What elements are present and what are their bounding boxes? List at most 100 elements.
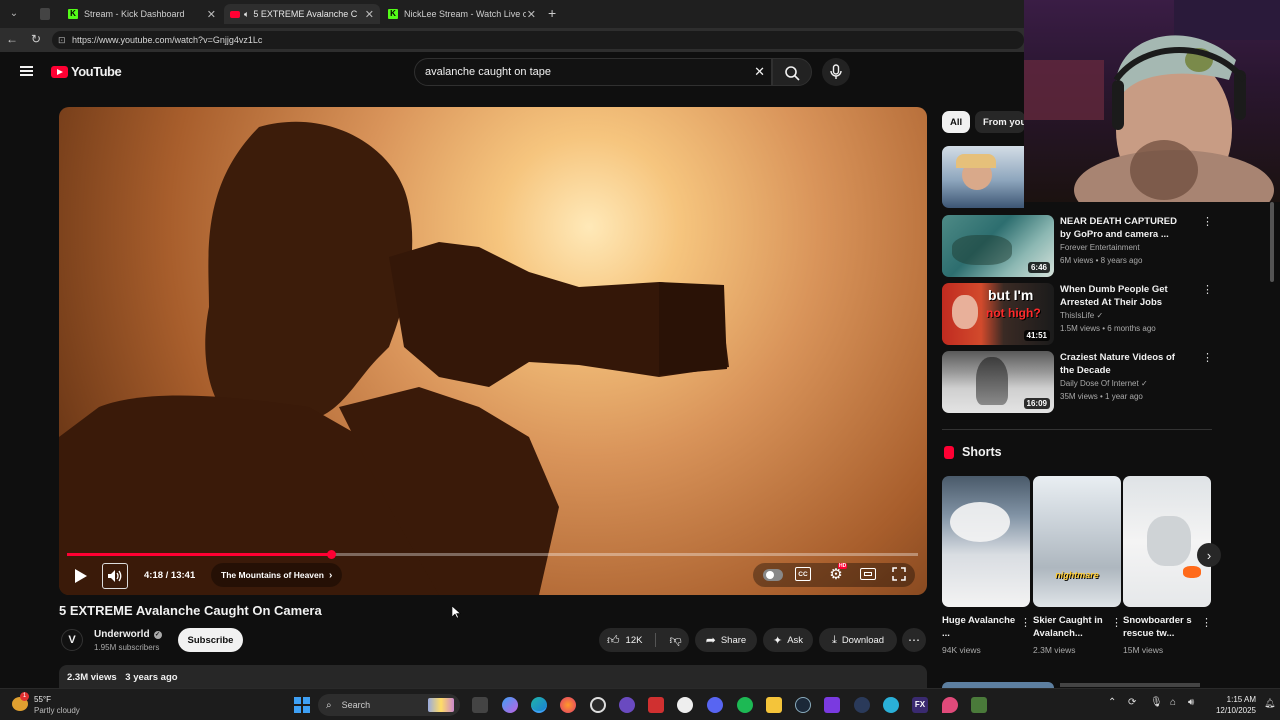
tray-network-icon[interactable]: ⌂ — [1170, 697, 1176, 708]
subscribe-button[interactable]: Subscribe — [178, 628, 243, 652]
channel-avatar[interactable]: V — [61, 629, 83, 651]
app-icon-green[interactable] — [971, 697, 987, 713]
chapter-button[interactable]: The Mountains of Heaven › — [211, 563, 343, 587]
windows-start-icon[interactable] — [294, 697, 310, 713]
download-label: Download — [841, 634, 885, 646]
channel-name-link[interactable]: Underworld ✓ — [94, 629, 162, 640]
close-tab-icon[interactable]: ✕ — [527, 8, 536, 21]
fx-app-icon[interactable]: FX — [912, 697, 928, 713]
app-icon-cyan[interactable] — [883, 697, 899, 713]
theater-mode-button[interactable] — [860, 568, 876, 580]
webcam-overlay — [1024, 0, 1280, 202]
tab-kick-dashboard[interactable]: K Stream - Kick Dashboard ✕ — [62, 4, 222, 24]
ask-button[interactable]: ✦ Ask — [763, 628, 813, 652]
close-tab-icon[interactable]: ✕ — [365, 8, 374, 21]
short-item[interactable]: nightmare Skier Caught in Avalanch... 2.… — [1033, 476, 1122, 656]
task-view-icon[interactable] — [472, 697, 488, 713]
tray-overflow-chevron-icon[interactable]: ⌃ — [1108, 697, 1116, 708]
recommendation-item[interactable]: 16:09 Craziest Nature Videos of the Deca… — [942, 351, 1213, 413]
play-button[interactable] — [69, 564, 93, 588]
app-icon-violet[interactable] — [824, 697, 840, 713]
site-info-icon[interactable]: ⊡ — [58, 31, 66, 49]
avatar-letter: V — [68, 634, 76, 646]
itunes-icon[interactable] — [677, 697, 693, 713]
search-input[interactable]: avalanche caught on tape ✕ — [414, 58, 772, 86]
like-button[interactable]: 👍︎ 12K — [607, 633, 642, 648]
back-arrow-icon[interactable]: ← — [6, 32, 18, 46]
video-player[interactable]: 4:18 / 13:41 The Mountains of Heaven › C… — [59, 107, 927, 595]
kick-favicon-icon: K — [68, 9, 78, 19]
more-vertical-icon[interactable]: ⋮ — [1201, 616, 1212, 629]
thumbs-down-icon: 👎︎ — [669, 632, 682, 647]
recommendation-item[interactable]: but I'm not high? 41:51 When Dumb People… — [942, 283, 1213, 345]
steam-icon[interactable] — [795, 697, 811, 713]
youtube-logo[interactable]: YouTube — [51, 64, 122, 79]
short-item[interactable]: Huge Avalanche ... 94K views ⋮ — [942, 476, 1031, 656]
progress-scrubber-handle[interactable] — [326, 550, 336, 559]
channel-name: Underworld — [94, 629, 150, 640]
captions-button[interactable]: CC — [795, 567, 811, 581]
taskbar-clock[interactable]: 1:15 AM 12/10/2025 — [1206, 694, 1256, 716]
hamburger-menu-icon[interactable] — [20, 66, 33, 76]
search-button[interactable] — [772, 58, 812, 86]
file-explorer-icon[interactable] — [766, 697, 782, 713]
tab-audio-icon[interactable]: 🔈︎ — [244, 9, 249, 20]
verified-check-icon: ✓ — [1140, 379, 1148, 388]
description-box[interactable]: 2.3M views 3 years ago — [59, 665, 927, 690]
new-tab-plus-icon[interactable]: + — [548, 5, 556, 21]
volume-button[interactable] — [102, 563, 128, 589]
tray-sync-icon[interactable]: ⟳ — [1128, 697, 1136, 708]
edge-browser-icon[interactable] — [531, 697, 547, 713]
dislike-button[interactable]: 👎︎ — [669, 633, 681, 648]
share-icon: ➦ — [705, 633, 716, 647]
taskbar-search-box[interactable]: ⌕ Search — [318, 694, 460, 716]
recommendation-thumb-partial[interactable] — [942, 146, 1024, 208]
tray-volume-icon[interactable]: 🔊︎ — [1188, 697, 1194, 708]
share-button[interactable]: ➦ Share — [695, 628, 757, 652]
more-vertical-icon[interactable]: ⋮ — [1020, 616, 1031, 629]
download-button[interactable]: ⤓ Download — [819, 628, 897, 652]
settings-button[interactable]: ⚙ HD — [827, 563, 848, 583]
reload-icon[interactable]: ↻ — [31, 32, 41, 46]
divider — [655, 633, 657, 647]
app-icon-red[interactable] — [648, 697, 664, 713]
microphone-icon — [830, 64, 842, 79]
chip-all[interactable]: All — [942, 111, 971, 133]
app-icon-purple[interactable] — [619, 697, 635, 713]
video-progress-bar[interactable] — [67, 550, 918, 559]
tab-nicklee-stream[interactable]: K NickLee Stream - Watch Live on K ✕ — [382, 4, 542, 24]
recommendation-item[interactable]: 6:46 NEAR DEATH CAPTURED by GoPro and ca… — [942, 215, 1213, 277]
more-vertical-icon[interactable]: ⋮ — [1202, 351, 1213, 364]
chevron-right-icon: › — [328, 569, 333, 581]
weather-widget[interactable]: 1 55°F Partly cloudy — [10, 692, 100, 717]
fullscreen-button[interactable] — [891, 566, 907, 582]
spotify-icon[interactable] — [737, 697, 753, 713]
close-tab-icon[interactable]: ✕ — [207, 8, 216, 21]
more-actions-button[interactable]: ⋯ — [902, 628, 926, 652]
obs-icon[interactable] — [590, 697, 606, 713]
app-icon-pin[interactable] — [942, 697, 958, 713]
volume-icon — [108, 570, 122, 582]
discord-icon[interactable] — [707, 697, 723, 713]
more-vertical-icon[interactable]: ⋮ — [1202, 283, 1213, 296]
tab-group-icon[interactable] — [40, 8, 50, 20]
shorts-next-button[interactable]: › — [1197, 543, 1221, 567]
youtube-favicon-icon — [230, 10, 240, 18]
shorts-heading: Shorts — [944, 445, 1002, 459]
more-vertical-icon[interactable]: ⋮ — [1111, 616, 1122, 629]
app-icon-dark[interactable] — [854, 697, 870, 713]
tab-list-chevron-icon[interactable]: ⌄ — [6, 6, 22, 22]
copilot-icon[interactable] — [502, 697, 518, 713]
clear-search-icon[interactable]: ✕ — [754, 59, 765, 85]
more-vertical-icon[interactable]: ⋮ — [1202, 215, 1213, 228]
url-field[interactable]: ⊡ https://www.youtube.com/watch?v=Gnjjg4… — [52, 31, 1024, 49]
autoplay-toggle[interactable] — [763, 569, 783, 581]
voice-search-button[interactable] — [822, 58, 850, 86]
short-item[interactable]: Snowboarder s rescue tw... 15M views ⋮ — [1123, 476, 1212, 656]
page-scrollbar[interactable] — [1270, 202, 1274, 282]
chip-from-your[interactable]: From your — [975, 111, 1025, 133]
notification-bell-icon[interactable]: 🔔︎ — [1264, 698, 1275, 709]
tray-mic-icon[interactable]: 🎙︎ — [1150, 697, 1163, 708]
tab-youtube-video[interactable]: 🔈︎ 5 EXTREME Avalanche Caugh ✕ — [224, 4, 380, 24]
firefox-icon[interactable] — [560, 697, 576, 713]
